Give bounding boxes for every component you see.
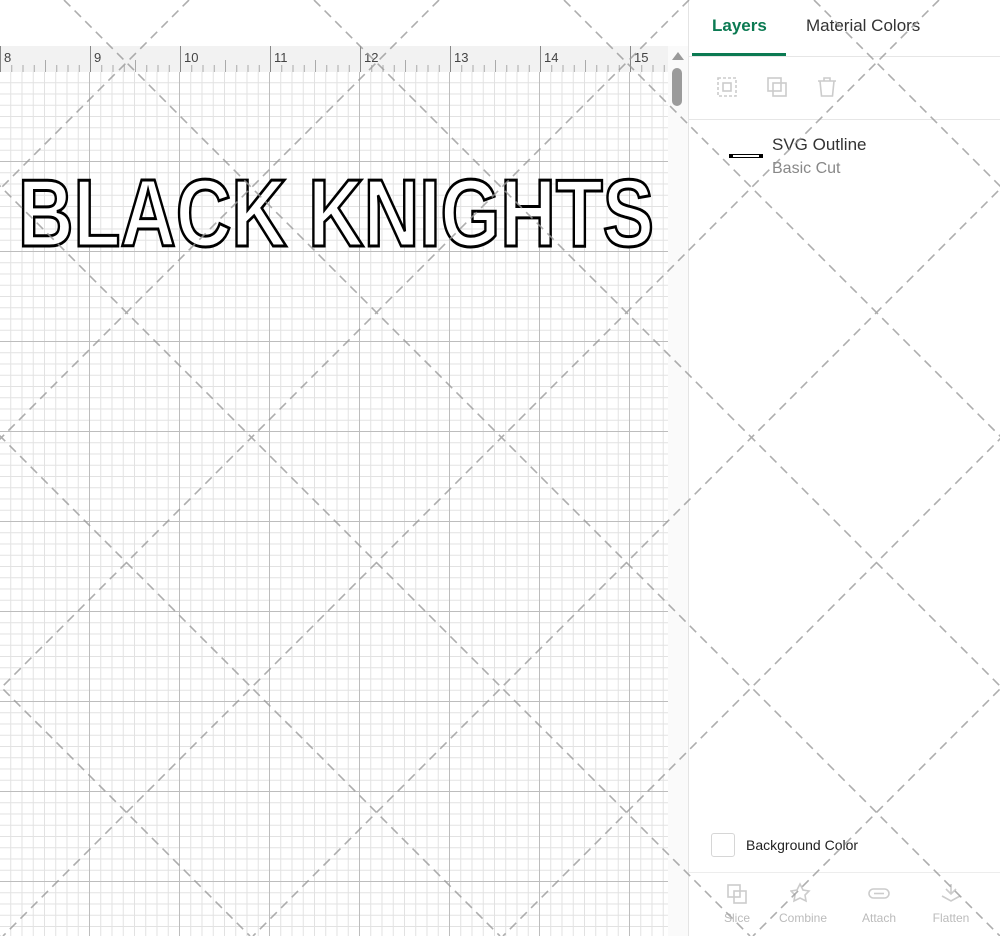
flatten-label: Flatten <box>932 911 970 925</box>
scrollbar-thumb[interactable] <box>672 68 682 106</box>
attach-icon <box>868 888 890 899</box>
slice-button[interactable]: Slice <box>709 881 765 925</box>
ruler-label-13: 13 <box>454 50 469 65</box>
ruler-label-15: 15 <box>634 50 649 65</box>
layers-panel: Layers Material Colors SVG Outline Basic… <box>688 0 1000 936</box>
horizontal-ruler: 8 9 10 11 12 13 14 15 <box>0 46 668 73</box>
black-knights-outline-design[interactable]: BLACK KNIGHTS <box>14 162 659 257</box>
active-tab-indicator <box>692 53 786 56</box>
ruler-label-14: 14 <box>544 50 559 65</box>
background-color-label: Background Color <box>746 837 859 853</box>
slice-label: Slice <box>723 911 750 925</box>
ruler-label-8: 8 <box>4 50 12 65</box>
panel-tabs: Layers Material Colors <box>689 0 1000 57</box>
slice-icon <box>727 884 747 904</box>
attach-label: Attach <box>861 911 897 925</box>
layer-name: SVG Outline <box>772 135 867 154</box>
ruler-label-12: 12 <box>364 50 379 65</box>
flatten-icon <box>941 884 961 902</box>
design-text: BLACK KNIGHTS <box>18 162 654 257</box>
background-color-swatch[interactable] <box>711 833 735 857</box>
ruler-label-9: 9 <box>94 50 102 65</box>
group-icon[interactable] <box>715 75 739 99</box>
combine-button[interactable]: Combine <box>775 881 831 925</box>
layer-operation: Basic Cut <box>772 160 841 177</box>
layer-item[interactable]: SVG Outline Basic Cut <box>689 120 1000 190</box>
layer-toolbar <box>689 57 1000 120</box>
background-color-row: Background Color <box>689 828 1000 862</box>
design-canvas[interactable]: 8 9 10 11 12 13 14 15 BLACK KNIGHTS <box>0 0 688 936</box>
layer-thumbnail <box>729 154 763 158</box>
ruler-label-11: 11 <box>274 50 288 65</box>
flatten-button[interactable]: Flatten <box>923 881 979 925</box>
ruler-label-10: 10 <box>184 50 199 65</box>
tab-layers[interactable]: Layers <box>712 16 767 36</box>
duplicate-icon[interactable] <box>765 75 789 99</box>
attach-button[interactable]: Attach <box>851 881 907 925</box>
scroll-up-arrow-icon[interactable] <box>672 52 684 60</box>
combine-label: Combine <box>778 911 828 925</box>
tab-material-colors[interactable]: Material Colors <box>806 16 920 36</box>
vertical-scrollbar[interactable] <box>668 46 688 936</box>
bottom-action-bar: Slice Combine Attach Flatten <box>689 872 1000 937</box>
delete-icon[interactable] <box>815 75 839 99</box>
combine-icon <box>790 882 811 903</box>
